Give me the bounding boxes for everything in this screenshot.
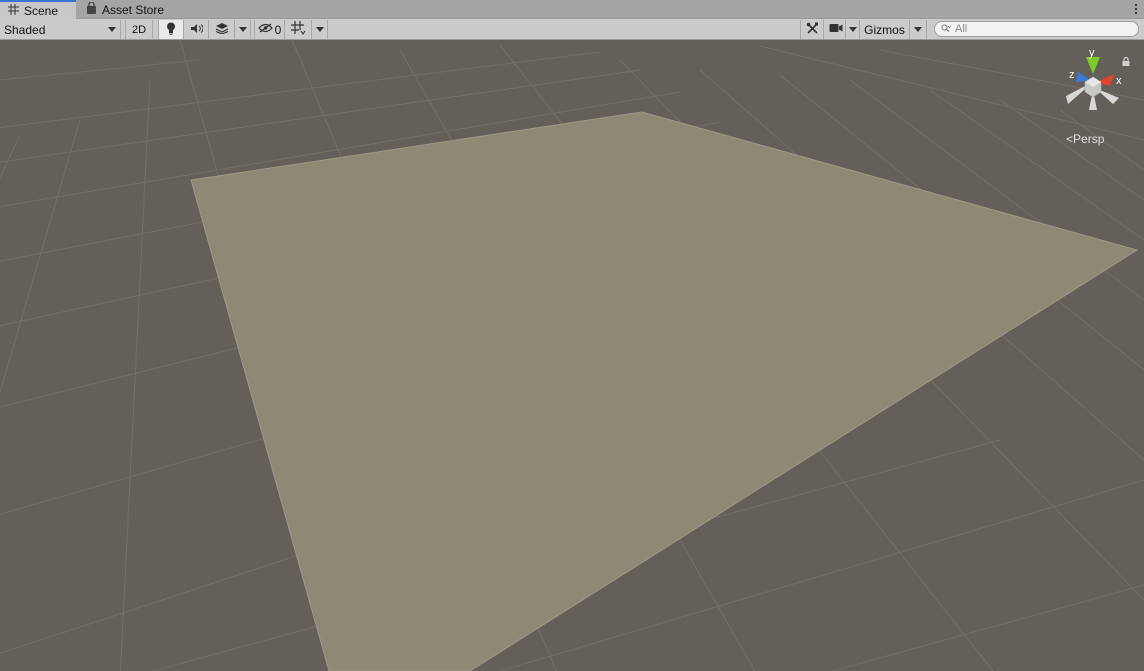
draw-mode-dropdown[interactable]: Shaded: [0, 20, 121, 39]
y-axis-label: y: [1089, 47, 1095, 59]
scene-viewport[interactable]: y x z <Persp: [0, 40, 1144, 671]
speaker-icon: [190, 23, 203, 37]
chevron-down-icon: [914, 27, 922, 32]
search-placeholder: All: [955, 23, 968, 35]
search-field[interactable]: All: [934, 21, 1139, 37]
effects-dropdown[interactable]: [235, 20, 251, 39]
chevron-left-icon: <: [1066, 132, 1074, 146]
tools-icon: [806, 22, 819, 38]
chevron-down-icon: [108, 27, 116, 32]
projection-toggle[interactable]: <Persp: [1066, 132, 1104, 146]
chevron-down-icon: [848, 27, 857, 32]
scene-canvas: [0, 40, 1144, 671]
draw-mode-label: Shaded: [4, 22, 46, 37]
orientation-gizmo[interactable]: y x z: [1058, 44, 1128, 124]
hidden-count: 0: [274, 22, 282, 37]
tab-scene[interactable]: Scene: [0, 0, 76, 19]
chevron-down-icon: [315, 27, 324, 32]
gizmos-dropdown[interactable]: [910, 20, 927, 39]
toggle-2d-label: 2D: [131, 23, 147, 36]
tab-asset-store[interactable]: Asset Store: [78, 0, 172, 19]
toggle-2d-button[interactable]: 2D: [125, 20, 153, 39]
tab-bar: Scene Asset Store: [0, 0, 1144, 19]
camera-icon: [829, 23, 843, 36]
search-icon: [941, 23, 952, 35]
layers-icon: [215, 22, 229, 37]
chevron-down-icon: [238, 27, 247, 32]
tools-toggle[interactable]: [800, 20, 824, 39]
kebab-menu-icon[interactable]: [1134, 2, 1138, 16]
tab-label: Asset Store: [102, 2, 165, 17]
projection-label: Persp: [1073, 132, 1105, 146]
grid-snap-toggle[interactable]: [285, 20, 312, 39]
lighting-toggle[interactable]: [158, 20, 184, 39]
z-axis-label: z: [1069, 69, 1075, 81]
gizmos-button[interactable]: Gizmos: [860, 20, 910, 39]
scene-toolbar: Shaded 2D 0 Gizmos All: [0, 19, 1144, 40]
shopping-bag-icon: [86, 1, 97, 17]
tab-label: Scene: [24, 3, 59, 18]
camera-dropdown[interactable]: [846, 20, 860, 39]
scene-visibility-toggle[interactable]: 0: [254, 20, 285, 39]
hidden-eye-icon: [257, 23, 273, 36]
grid-snap-icon: [290, 21, 306, 38]
x-axis-label: x: [1116, 75, 1122, 87]
grid-dropdown[interactable]: [312, 20, 328, 39]
y-axis-cone[interactable]: [1086, 57, 1100, 74]
gizmos-label: Gizmos: [864, 22, 905, 37]
audio-toggle[interactable]: [184, 20, 209, 39]
camera-settings-button[interactable]: [826, 20, 846, 39]
grid-icon: [8, 3, 19, 18]
effects-toggle[interactable]: [209, 20, 235, 39]
lightbulb-icon: [166, 22, 176, 38]
